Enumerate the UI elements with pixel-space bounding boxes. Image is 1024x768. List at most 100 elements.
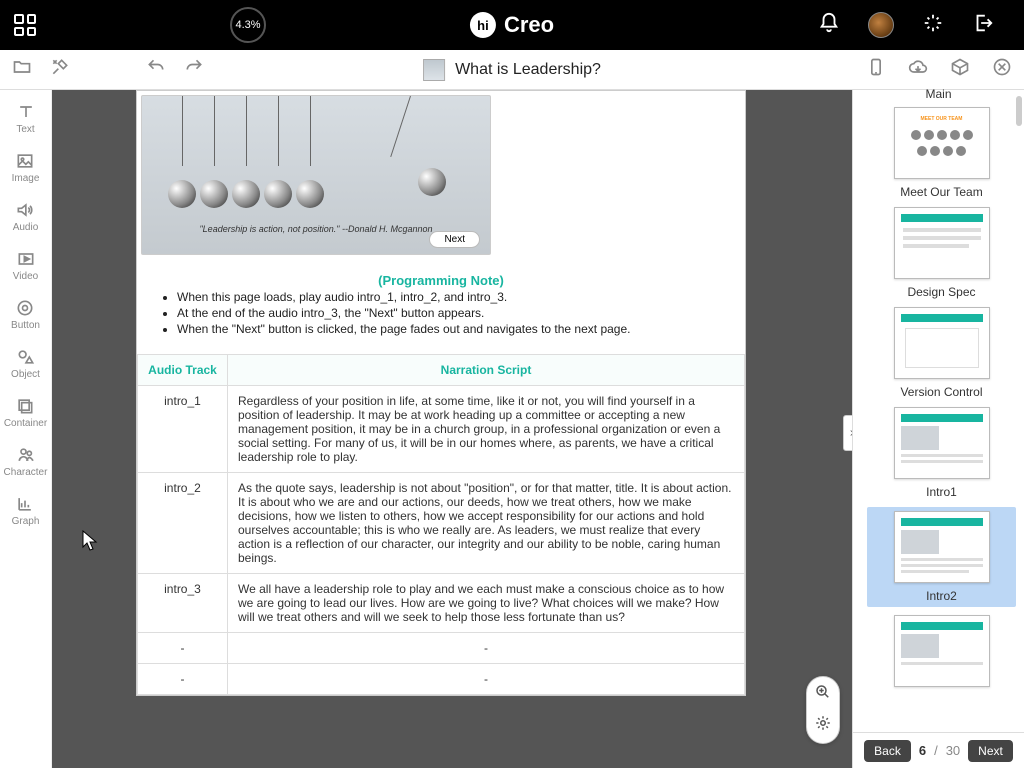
redo-button[interactable] (184, 57, 204, 82)
slide-thumb-preview (894, 511, 990, 583)
apps-menu-button[interactable] (0, 0, 50, 50)
upload-progress-indicator: 4.3% (230, 7, 266, 43)
slide-thumb-label: Version Control (867, 385, 1016, 399)
document-thumb-icon (423, 59, 445, 81)
zoom-in-icon (814, 683, 832, 701)
slide-thumb-selected[interactable]: Intro2 (867, 507, 1016, 607)
slide-thumb[interactable]: Version Control (867, 307, 1016, 399)
slide-thumb-label: Intro2 (871, 589, 1012, 603)
paginator-next-button[interactable]: Next (968, 740, 1013, 762)
current-page-number: 6 (919, 743, 926, 758)
insert-container-tool[interactable]: Container (4, 396, 47, 429)
ai-assist-button[interactable] (922, 12, 944, 39)
insert-character-tool[interactable]: Character (4, 445, 48, 478)
insert-object-tool[interactable]: Object (11, 347, 40, 380)
track-cell: intro_3 (138, 574, 228, 633)
programming-note-item: When the "Next" button is clicked, the p… (177, 322, 723, 336)
undo-button[interactable] (146, 57, 166, 82)
user-avatar[interactable] (868, 12, 894, 38)
tools-icon (50, 57, 70, 77)
brand-name: Creo (504, 12, 554, 38)
slide-thumb-preview (894, 615, 990, 687)
slide-thumb[interactable]: Intro1 (867, 407, 1016, 499)
slide-thumb-label: Meet Our Team (867, 185, 1016, 199)
close-circle-icon (992, 57, 1012, 77)
zoom-tools (806, 676, 840, 744)
slides-paginator: Back 6 / 30 Next (853, 732, 1024, 768)
people-icon (16, 445, 36, 465)
slide-thumb[interactable] (867, 615, 1016, 687)
document-page[interactable]: "Leadership is action, not position." --… (136, 90, 746, 696)
undo-icon (146, 57, 166, 77)
folder-icon (12, 57, 32, 77)
programming-note-list: When this page loads, play audio intro_1… (137, 290, 745, 354)
insert-audio-tool[interactable]: Audio (13, 200, 39, 233)
table-head-track: Audio Track (138, 355, 228, 386)
slide-thumb-preview (894, 207, 990, 279)
tool-label: Button (11, 320, 40, 331)
table-row: intro_3We all have a leadership role to … (138, 574, 745, 633)
table-row: -- (138, 633, 745, 664)
mouse-cursor-icon (82, 530, 98, 557)
notifications-button[interactable] (818, 12, 840, 39)
chart-icon (15, 494, 35, 514)
slide-thumb[interactable]: Design Spec (867, 207, 1016, 299)
phone-icon (866, 57, 886, 77)
tools-button[interactable] (50, 57, 70, 82)
editor-canvas[interactable]: "Leadership is action, not position." --… (52, 90, 852, 768)
slides-panel: Main MEET OUR TEAM Meet Our Team Design … (852, 90, 1024, 768)
scrollbar-thumb[interactable] (1016, 96, 1022, 126)
track-cell: - (138, 633, 228, 664)
brand-badge: hi (470, 12, 496, 38)
package-button[interactable] (950, 57, 970, 82)
close-button[interactable] (992, 57, 1012, 82)
tool-label: Image (12, 173, 40, 184)
cloud-download-icon (908, 57, 928, 77)
text-icon (16, 102, 36, 122)
cloud-download-button[interactable] (908, 57, 928, 82)
document-title[interactable]: What is Leadership? (423, 59, 601, 81)
insert-text-tool[interactable]: Text (16, 102, 36, 135)
slide-next-button[interactable]: Next (429, 231, 480, 248)
apps-grid-icon (14, 14, 36, 36)
open-file-button[interactable] (12, 57, 32, 82)
exit-button[interactable] (972, 12, 994, 39)
redo-icon (184, 57, 204, 77)
script-cell: As the quote says, leadership is not abo… (228, 473, 745, 574)
layers-icon (15, 396, 35, 416)
insert-graph-tool[interactable]: Graph (12, 494, 40, 527)
table-head-script: Narration Script (228, 355, 745, 386)
embedded-slide-preview[interactable]: "Leadership is action, not position." --… (141, 95, 491, 255)
audio-icon (15, 200, 35, 220)
box-icon (950, 57, 970, 77)
insert-tools-rail: Text Image Audio Video Button Object Con… (0, 90, 52, 768)
zoom-in-button[interactable] (814, 683, 832, 706)
shapes-icon (16, 347, 36, 367)
table-row: intro_1Regardless of your position in li… (138, 386, 745, 473)
script-cell: We all have a leadership role to play an… (228, 574, 745, 633)
slide-thumb[interactable]: MEET OUR TEAM Meet Our Team (867, 107, 1016, 199)
tool-label: Audio (13, 222, 39, 233)
avatar-icon (868, 12, 894, 38)
slide-thumb-preview (894, 407, 990, 479)
tool-label: Character (4, 467, 48, 478)
page-sep: / (934, 743, 938, 758)
insert-video-tool[interactable]: Video (13, 249, 38, 282)
bell-icon (818, 12, 840, 34)
programming-note-item: At the end of the audio intro_3, the "Ne… (177, 306, 723, 320)
video-icon (16, 249, 36, 269)
zoom-settings-button[interactable] (814, 714, 832, 737)
button-icon (15, 298, 35, 318)
tool-label: Container (4, 418, 47, 429)
tool-label: Graph (12, 516, 40, 527)
insert-image-tool[interactable]: Image (12, 151, 40, 184)
preview-device-button[interactable] (866, 57, 886, 82)
slide-thumb-preview (894, 307, 990, 379)
panel-section-header-cut: Main (853, 87, 1024, 101)
tool-label: Text (16, 124, 34, 135)
paginator-back-button[interactable]: Back (864, 740, 911, 762)
track-cell: - (138, 664, 228, 695)
tool-label: Video (13, 271, 38, 282)
slide-thumb-label: Design Spec (867, 285, 1016, 299)
insert-button-tool[interactable]: Button (11, 298, 40, 331)
